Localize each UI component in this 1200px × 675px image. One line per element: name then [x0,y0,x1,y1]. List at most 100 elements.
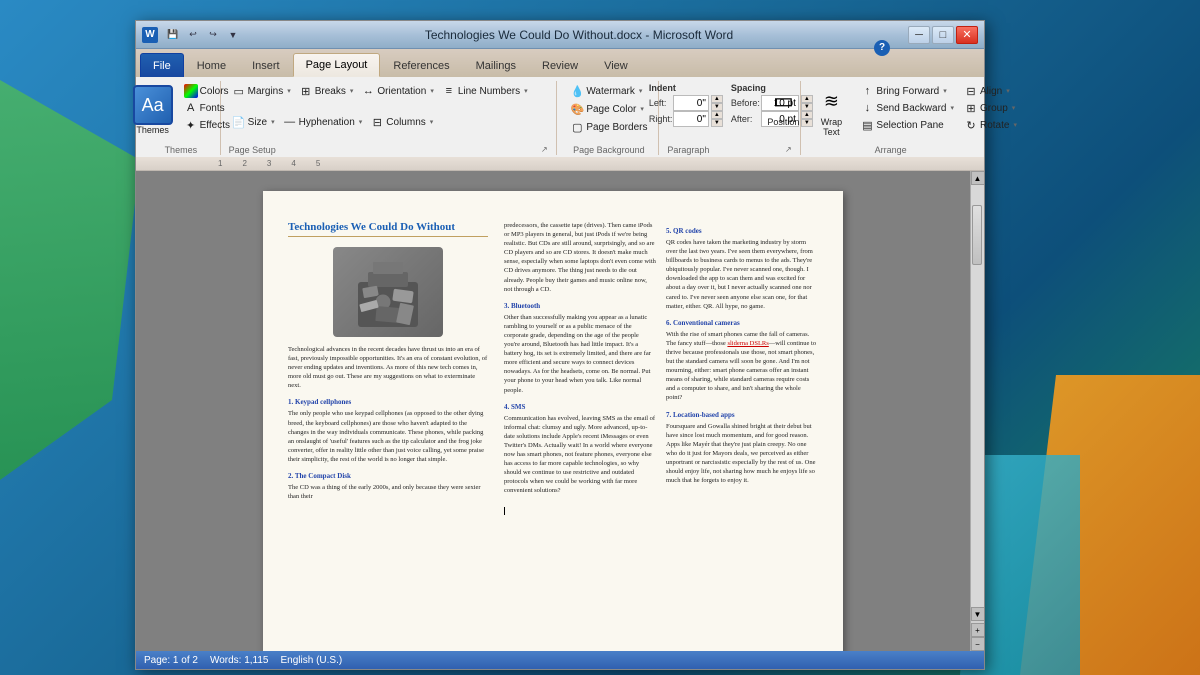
title-bar: W 💾 ↩ ↪ ▼ Technologies We Could Do Witho… [136,21,984,49]
zoom-out-button[interactable]: − [971,637,985,651]
doc-red-link: sliderna DSLRs [727,340,768,347]
position-icon: ▭ [767,85,799,117]
document-area: Technologies We Could Do Without [136,171,984,651]
tab-page-layout[interactable]: Page Layout [293,53,381,77]
maximize-button[interactable]: □ [932,26,954,44]
hyphenation-button[interactable]: — Hyphenation▾ [280,114,366,130]
close-button[interactable]: ✕ [956,26,978,44]
fonts-icon: A [184,101,198,115]
columns-button[interactable]: ⊟ Columns▾ [367,114,436,130]
window-title: Technologies We Could Do Without.docx - … [250,28,908,42]
undo-quick-btn[interactable]: ↩ [184,26,202,44]
spacing-after-label: After: [731,114,759,124]
rotate-button[interactable]: ↻ Rotate▾ [961,117,1020,133]
customize-quick-btn[interactable]: ▼ [224,26,242,44]
desktop-decoration-left [0,80,140,480]
status-language: English (U.S.) [281,655,343,666]
indent-right-input[interactable] [673,111,709,127]
send-backward-button[interactable]: ↓ Send Backward▾ [857,100,957,116]
tab-insert[interactable]: Insert [239,53,293,77]
page-background-group-label: Page Background [573,143,645,155]
page-borders-label: Page Borders [586,122,647,133]
tab-view[interactable]: View [591,53,641,77]
scrollbar-track [971,185,984,607]
scroll-down-button[interactable]: ▼ [971,607,985,621]
indent-left-input[interactable] [673,95,709,111]
doc-left-column: Technologies We Could Do Without [288,221,488,651]
vertical-scrollbar: ▲ ▼ + − [970,171,984,651]
tab-references[interactable]: References [380,53,462,77]
align-button[interactable]: ⊟ Align▾ [961,83,1020,99]
rotate-label: Rotate [980,120,1009,131]
doc-section-5-text: QR codes have taken the marketing indust… [666,238,818,311]
indent-right-down[interactable]: ▼ [711,119,723,127]
themes-icon: Aa [133,85,173,125]
save-quick-btn[interactable]: 💾 [164,26,182,44]
page-setup-content: ▭ Margins▾ ⊞ Breaks▾ ↔ Orientation▾ ≡ Li… [229,81,551,143]
columns-label: Columns [386,117,425,128]
wrap-text-button[interactable]: ≋ WrapText [809,83,853,139]
watermark-label: Watermark [586,86,635,97]
page-borders-button[interactable]: ▢ Page Borders [567,119,650,135]
bring-forward-button[interactable]: ↑ Bring Forward▾ [857,83,957,99]
tab-mailings[interactable]: Mailings [463,53,529,77]
group-label: Group [980,103,1008,114]
doc-title: Technologies We Could Do Without [288,221,488,237]
orientation-label: Orientation [377,86,426,97]
ribbon-tabs: File Home Insert Page Layout References … [136,49,984,77]
page-container[interactable]: Technologies We Could Do Without [136,171,970,651]
doc-section-4-title: 4. SMS [504,403,656,411]
page-borders-icon: ▢ [570,120,584,134]
margins-label: Margins [248,86,284,97]
minimize-button[interactable]: ─ [908,26,930,44]
desktop: W 💾 ↩ ↪ ▼ Technologies We Could Do Witho… [0,0,1200,675]
paragraph-group-label: Paragraph [667,143,709,155]
paragraph-expand[interactable]: ↗ [782,145,794,154]
tab-file[interactable]: File [140,53,184,77]
document-page: Technologies We Could Do Without [263,191,843,651]
scroll-up-button[interactable]: ▲ [971,171,985,185]
arrange-sub-buttons2: ⊟ Align▾ ⊞ Group▾ ↻ Rotate▾ [961,83,1020,133]
text-cursor [504,507,505,515]
scrollbar-thumb[interactable] [972,205,982,265]
tab-home[interactable]: Home [184,53,239,77]
indent-left-spinbox: Left: ▲ ▼ [649,95,723,111]
page-setup-expand[interactable]: ↗ [538,145,550,154]
tab-review[interactable]: Review [529,53,591,77]
word-icon: W [142,27,158,43]
bring-forward-label: Bring Forward [876,86,939,97]
page-color-icon: 🎨 [570,102,584,116]
status-words-text: Words: 1,115 [210,655,269,666]
bring-forward-icon: ↑ [860,84,874,98]
watermark-button[interactable]: 💧 Watermark▾ [567,83,645,99]
zoom-in-button[interactable]: + [971,623,985,637]
colors-icon [184,84,198,98]
doc-col-right: 5. QR codes QR codes have taken the mark… [666,221,818,515]
themes-button[interactable]: Aa Themes [129,83,177,137]
breaks-button[interactable]: ⊞ Breaks▾ [296,83,357,99]
line-numbers-button[interactable]: ≡ Line Numbers▾ [439,83,531,99]
doc-section-6-text: With the rise of smart phones came the f… [666,330,818,403]
indent-right-label: Right: [649,114,671,124]
margins-button[interactable]: ▭ Margins▾ [229,83,294,99]
group-icon: ⊞ [964,101,978,115]
selection-pane-button[interactable]: ▤ Selection Pane [857,117,957,133]
doc-section-3-text: Other than successfully making you appea… [504,313,656,395]
wrap-text-label: WrapText [821,117,842,137]
size-button[interactable]: 📄 Size▾ [229,114,278,130]
doc-image-trash [333,247,443,337]
page-color-button[interactable]: 🎨 Page Color▾ [567,101,647,117]
status-page: Page: 1 of 2 [144,655,198,666]
group-button[interactable]: ⊞ Group▾ [961,100,1020,116]
indent-right-arrows: ▲ ▼ [711,111,723,127]
orientation-button[interactable]: ↔ Orientation▾ [358,83,436,99]
indent-left-down[interactable]: ▼ [711,103,723,111]
help-button[interactable]: ? [874,40,890,56]
indent-right-up[interactable]: ▲ [711,111,723,119]
selection-pane-icon: ▤ [860,118,874,132]
status-page-text: Page: 1 of 2 [144,655,198,666]
status-language-text: English (U.S.) [281,655,343,666]
redo-quick-btn[interactable]: ↪ [204,26,222,44]
indent-left-up[interactable]: ▲ [711,95,723,103]
position-button[interactable]: ▭ Position [761,83,805,129]
